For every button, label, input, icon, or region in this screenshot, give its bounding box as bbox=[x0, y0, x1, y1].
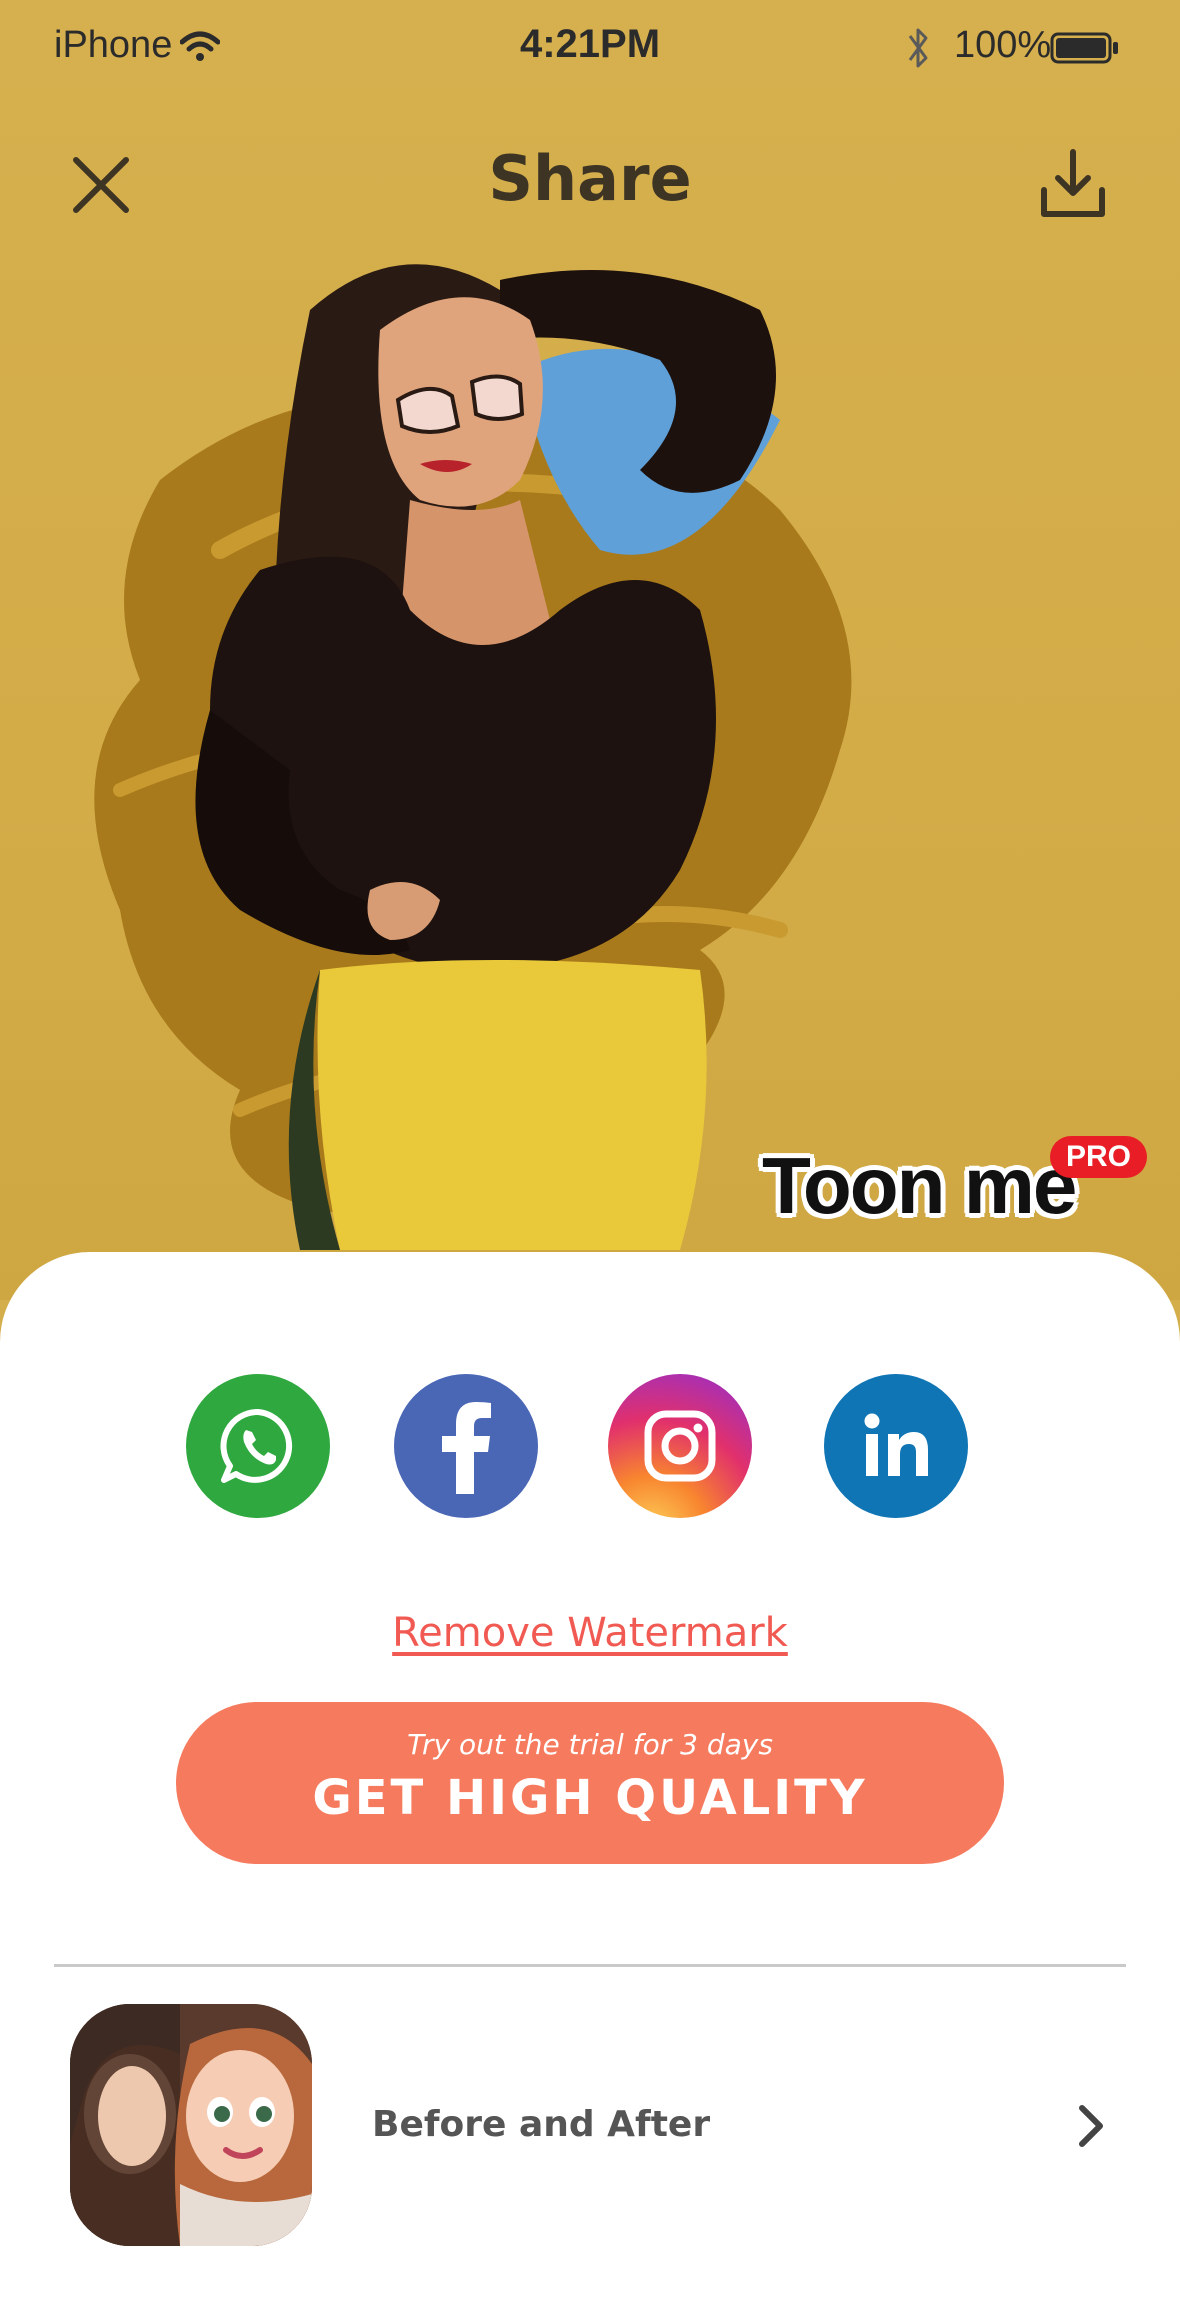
cartoon-portrait-image bbox=[94, 264, 852, 1250]
before-and-after-label: Before and After bbox=[372, 2104, 711, 2145]
linkedin-share-button[interactable] bbox=[824, 1374, 968, 1518]
navigation-bar: Share bbox=[0, 120, 1180, 240]
before-after-thumbnail-image bbox=[70, 2004, 312, 2246]
share-preview-area: iPhone 4:21PM 100% Share Toon me PRO bbox=[0, 0, 1180, 1300]
whatsapp-share-button[interactable] bbox=[186, 1374, 330, 1518]
bluetooth-icon bbox=[908, 28, 928, 68]
download-icon[interactable] bbox=[1038, 146, 1108, 222]
watermark-text: Toon me bbox=[762, 1141, 1077, 1230]
trial-subtitle: Try out the trial for 3 days bbox=[407, 1728, 773, 1761]
chevron-right-icon bbox=[1079, 2105, 1103, 2147]
battery-percentage: 100% bbox=[954, 24, 1052, 66]
get-high-quality-button[interactable]: Try out the trial for 3 days GET HIGH QU… bbox=[176, 1702, 1004, 1864]
before-and-after-row[interactable]: Before and After bbox=[0, 2004, 1180, 2260]
share-sheet: Remove Watermark Try out the trial for 3… bbox=[0, 1252, 1180, 2312]
whatsapp-icon bbox=[220, 1408, 293, 1483]
battery-icon bbox=[1050, 32, 1118, 64]
share-targets bbox=[0, 1374, 1180, 1518]
instagram-icon bbox=[644, 1410, 716, 1482]
page-title: Share bbox=[488, 142, 692, 215]
instagram-share-button[interactable] bbox=[608, 1374, 752, 1518]
linkedin-icon bbox=[864, 1413, 928, 1476]
facebook-share-button[interactable] bbox=[394, 1374, 538, 1518]
status-bar: iPhone 4:21PM 100% bbox=[0, 0, 1180, 96]
remove-watermark-link[interactable]: Remove Watermark bbox=[0, 1610, 1180, 1656]
facebook-icon bbox=[442, 1402, 491, 1494]
pro-badge: PRO bbox=[1050, 1136, 1148, 1178]
cta-label: GET HIGH QUALITY bbox=[312, 1770, 868, 1826]
before-after-thumbnail bbox=[70, 2004, 312, 2246]
divider bbox=[54, 1964, 1126, 1967]
